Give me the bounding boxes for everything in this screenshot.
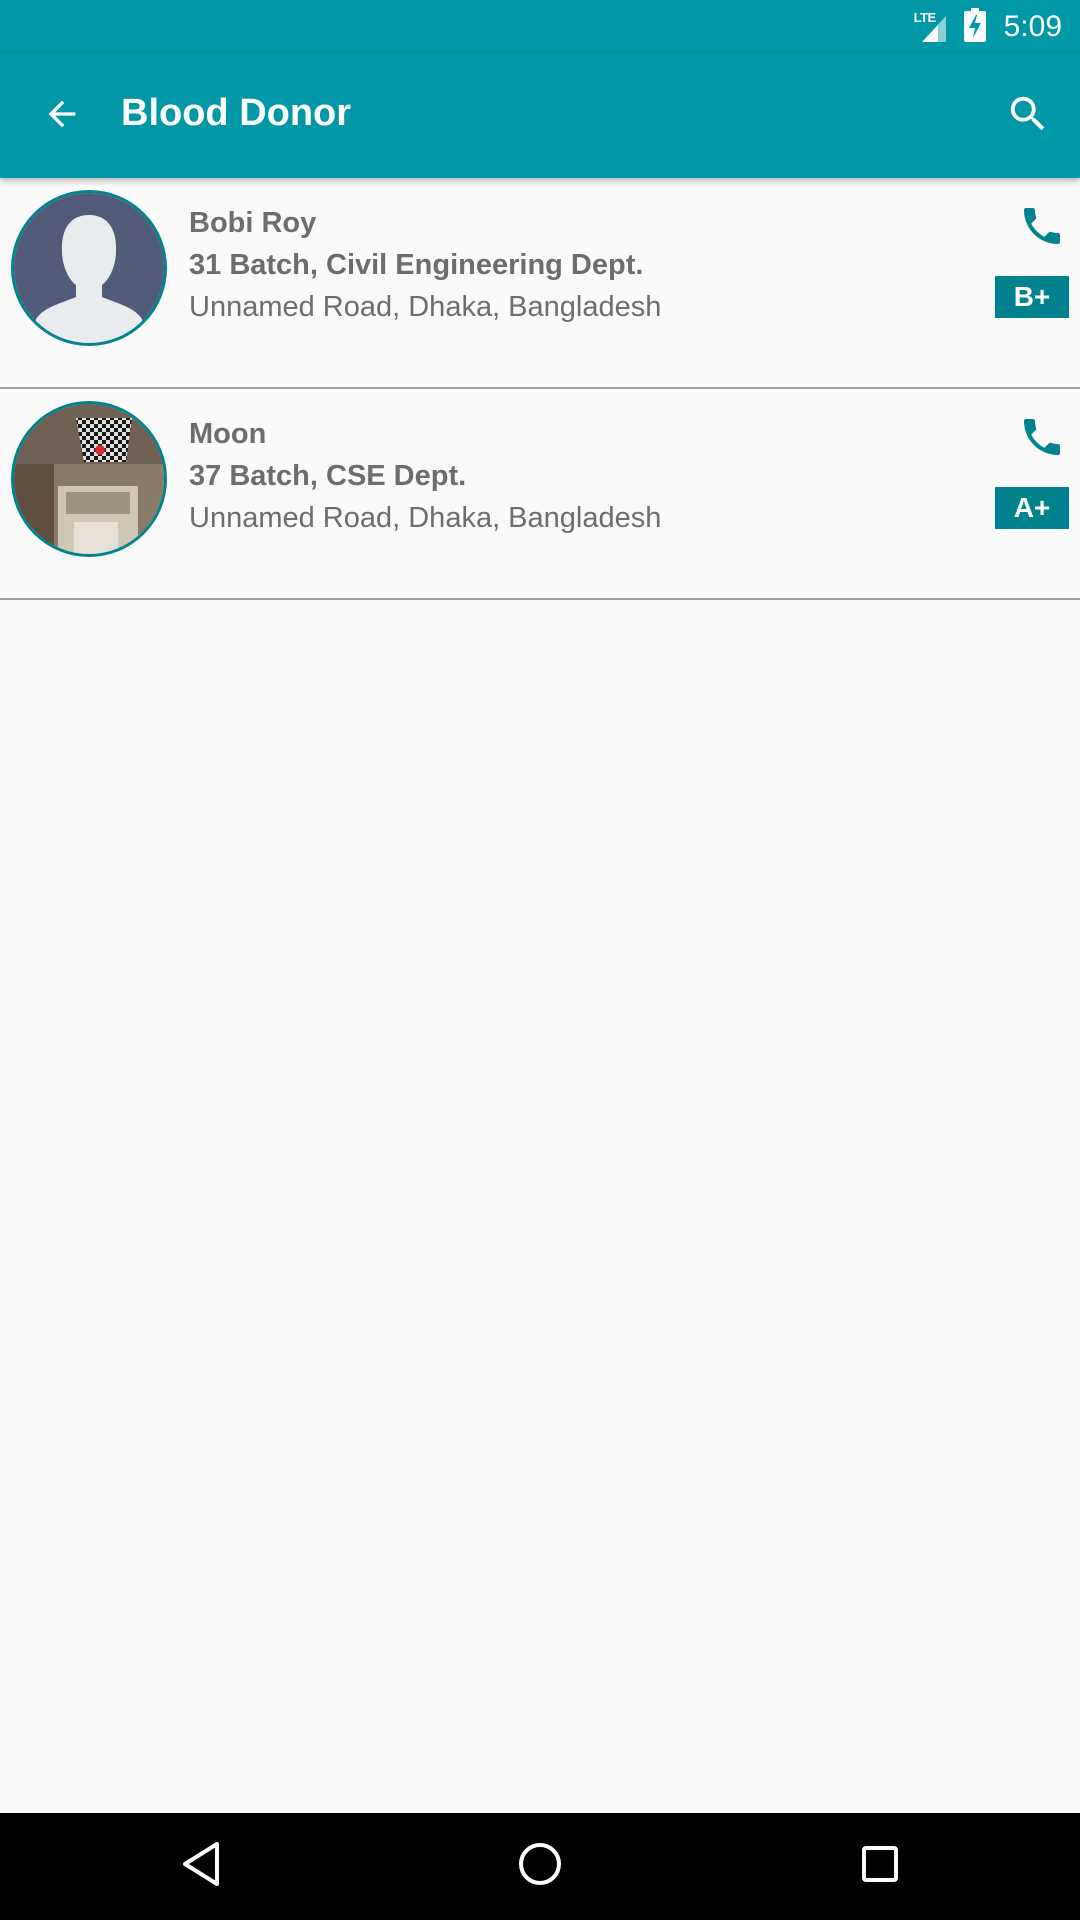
status-icons: LTE 5:09 — [914, 0, 1062, 54]
recents-square-icon — [860, 1844, 900, 1889]
list-item[interactable]: Bobi Roy 31 Batch, Civil Engineering Dep… — [0, 178, 1080, 389]
status-time: 5:09 — [1003, 10, 1062, 43]
lte-signal-icon: LTE — [914, 10, 954, 44]
avatar — [11, 401, 167, 557]
default-person-avatar — [14, 193, 164, 343]
blood-group-badge: B+ — [995, 276, 1069, 318]
status-bar: LTE 5:09 — [0, 0, 1080, 54]
app-bar: Blood Donor — [0, 54, 1080, 178]
search-button[interactable] — [1000, 88, 1056, 144]
call-button[interactable] — [1016, 202, 1068, 254]
donor-batch-dept: 31 Batch, Civil Engineering Dept. — [189, 249, 644, 281]
back-triangle-icon — [179, 1840, 223, 1893]
page-title: Blood Donor — [121, 92, 352, 134]
back-button[interactable] — [36, 90, 88, 142]
navigation-bar — [0, 1813, 1080, 1920]
donor-name: Bobi Roy — [189, 207, 317, 239]
donor-batch-dept: 37 Batch, CSE Dept. — [189, 460, 467, 492]
phone-icon — [1018, 413, 1066, 466]
search-icon — [1005, 91, 1051, 142]
call-button[interactable] — [1016, 413, 1068, 465]
phone-icon — [1018, 202, 1066, 255]
donor-address: Unnamed Road, Dhaka, Bangladesh — [189, 502, 662, 534]
nav-back-button[interactable] — [168, 1833, 234, 1899]
donor-info: Moon 37 Batch, CSE Dept. Unnamed Road, D… — [189, 413, 661, 539]
avatar — [11, 190, 167, 346]
room-photo-avatar — [14, 404, 164, 554]
nav-recents-button[interactable] — [847, 1833, 913, 1899]
blood-group-badge: A+ — [995, 487, 1069, 529]
back-arrow-icon — [42, 94, 82, 139]
donor-info: Bobi Roy 31 Batch, Civil Engineering Dep… — [189, 202, 661, 328]
donor-list: Bobi Roy 31 Batch, Civil Engineering Dep… — [0, 178, 1080, 600]
nav-home-button[interactable] — [507, 1833, 573, 1899]
battery-charging-icon — [963, 7, 986, 47]
list-item[interactable]: Moon 37 Batch, CSE Dept. Unnamed Road, D… — [0, 389, 1080, 600]
donor-address: Unnamed Road, Dhaka, Bangladesh — [189, 291, 662, 323]
donor-name: Moon — [189, 418, 267, 450]
home-circle-icon — [517, 1841, 563, 1892]
